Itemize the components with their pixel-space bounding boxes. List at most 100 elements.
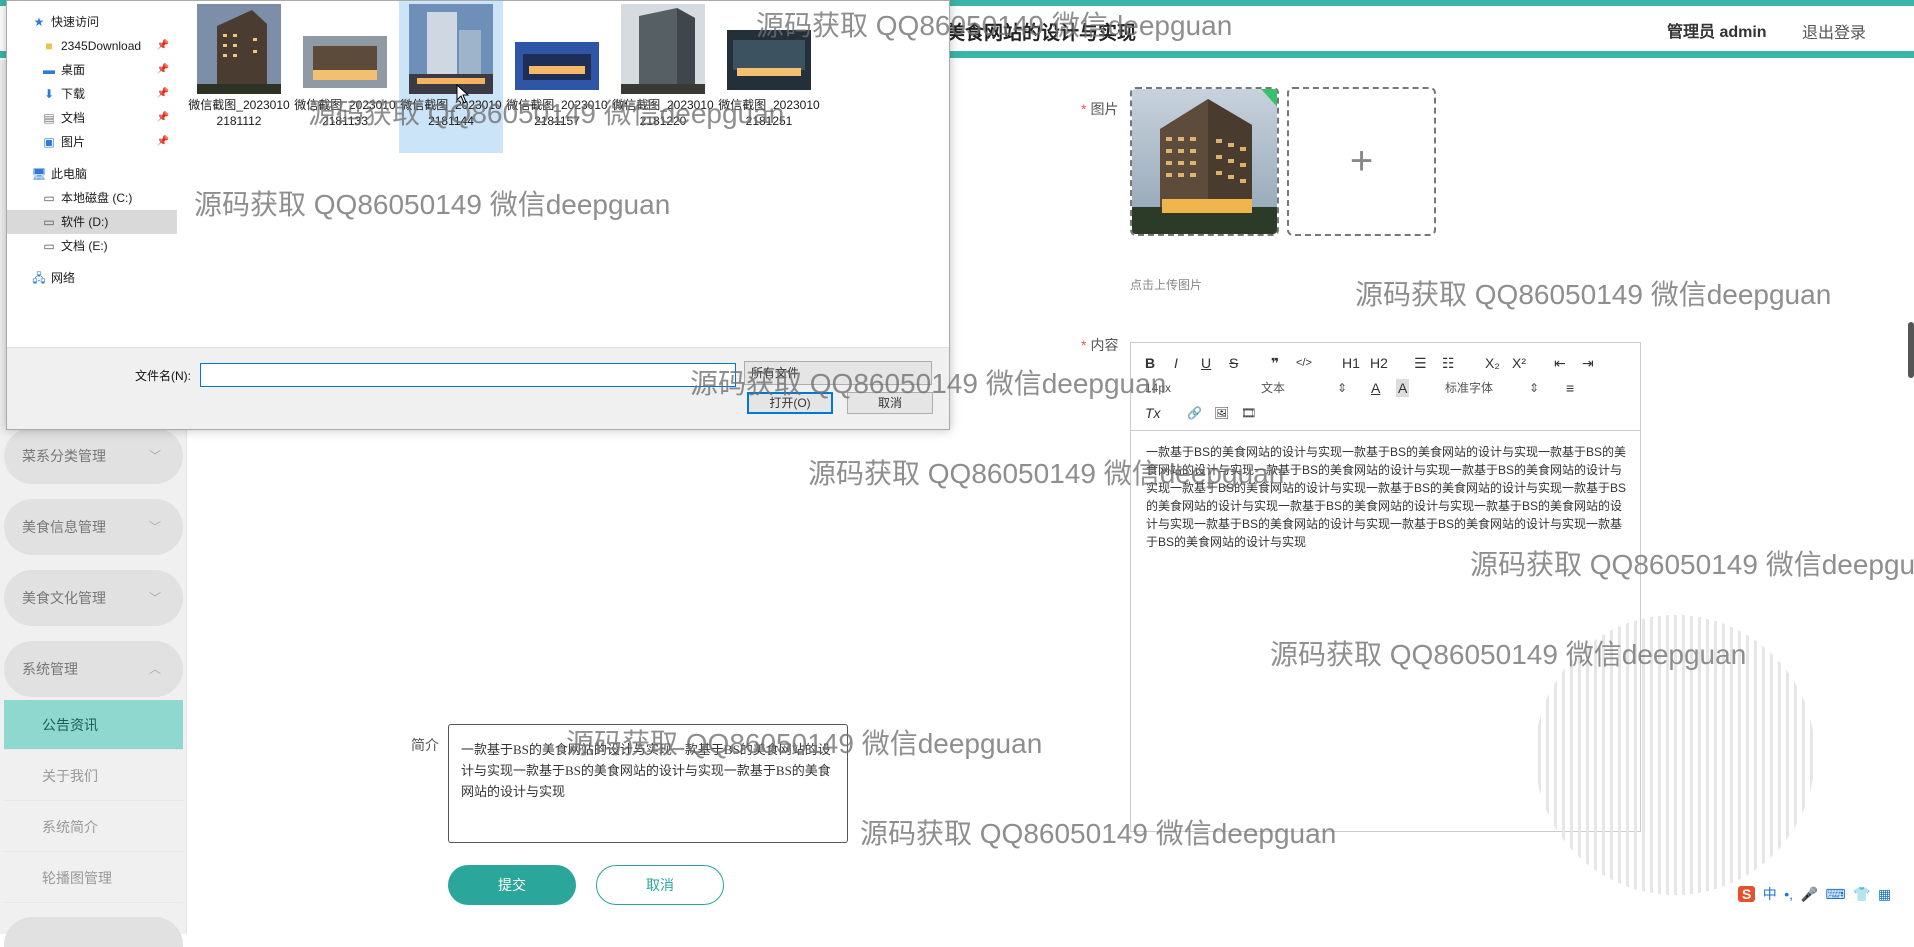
nav-pictures[interactable]: ▣图片📌 — [7, 130, 177, 154]
nav-quick-access[interactable]: ★快速访问 — [7, 10, 177, 34]
file-name: 微信截图_20230102181157 — [505, 97, 609, 129]
menu-food-culture[interactable]: 美食文化管理 ﹀ — [4, 570, 183, 626]
superscript-button[interactable]: X² — [1512, 354, 1526, 372]
toolbox-icon[interactable]: ▦ — [1878, 886, 1891, 903]
code-block-button[interactable]: </> — [1296, 354, 1312, 372]
file-name: 微信截图_20230102181144 — [399, 97, 503, 129]
file-item-selected[interactable]: 微信截图_20230102181144 — [399, 1, 503, 153]
file-name: 微信截图_20230102181133 — [293, 97, 397, 129]
ordered-list-button[interactable]: ☰ — [1414, 354, 1427, 372]
font-family-select[interactable]: 标准字体 — [1445, 379, 1493, 397]
pin-icon: 📌 — [157, 58, 169, 82]
link-button[interactable]: 🔗 — [1187, 404, 1202, 422]
punctuation-icon[interactable]: •, — [1784, 886, 1793, 902]
upload-hint: 点击上传图片 — [1130, 276, 1202, 293]
file-thumbnail — [197, 4, 281, 94]
strike-button[interactable]: S — [1229, 354, 1238, 372]
indent-button[interactable]: ⇥ — [1582, 354, 1594, 372]
content-label: *内容 — [1081, 335, 1118, 355]
submenu-about-us[interactable]: 关于我们 — [4, 751, 183, 801]
align-button[interactable]: ≡ — [1566, 379, 1574, 397]
bold-button[interactable]: B — [1145, 354, 1155, 372]
folder-icon: ■ — [41, 34, 57, 58]
clear-format-button[interactable]: Tx — [1145, 404, 1161, 422]
editor-content[interactable]: 一款基于BS的美食网站的设计与实现一款基于BS的美食网站的设计与实现一款基于BS… — [1146, 443, 1631, 551]
uploaded-image-thumbnail[interactable] — [1130, 87, 1279, 236]
file-thumbnail — [515, 4, 599, 94]
outdent-button[interactable]: ⇤ — [1554, 354, 1566, 372]
drive-icon: ▭ — [41, 186, 57, 210]
skin-icon[interactable]: 👕 — [1853, 886, 1870, 903]
nav-drive-e[interactable]: ▭文档 (E:) — [7, 234, 177, 258]
star-icon: ★ — [31, 10, 47, 34]
nav-drive-c[interactable]: ▭本地磁盘 (C:) — [7, 186, 177, 210]
background-color-button[interactable]: A — [1396, 379, 1409, 397]
cancel-button[interactable]: 取消 — [596, 865, 724, 905]
subscript-button[interactable]: X₂ — [1485, 354, 1500, 372]
font-color-button[interactable]: A — [1371, 379, 1380, 397]
heading2-button[interactable]: H2 — [1370, 354, 1388, 372]
menu-system[interactable]: 系统管理 ︿ — [4, 641, 183, 697]
mouse-cursor-icon — [456, 84, 470, 104]
file-thumbnail — [621, 4, 705, 94]
chevron-down-icon: ﹀ — [149, 570, 161, 626]
file-item[interactable]: 微信截图_20230102181251 — [717, 1, 821, 153]
menu-label: 菜系分类管理 — [22, 448, 106, 464]
blockquote-button[interactable]: ❞ — [1271, 354, 1279, 372]
desktop-icon: ▬ — [41, 58, 57, 82]
menu-label: 美食文化管理 — [22, 590, 106, 606]
file-name: 微信截图_20230102181220 — [611, 97, 715, 129]
logout-link[interactable]: 退出登录 — [1802, 19, 1866, 43]
nav-drive-d[interactable]: ▭软件 (D:) — [7, 210, 177, 234]
dialog-bottom-bar: 文件名(N): 所有文件 打开(O) 取消 — [7, 347, 949, 429]
file-item[interactable]: 微信截图_20230102181220 — [611, 1, 715, 153]
nav-documents[interactable]: ▤文档📌 — [7, 106, 177, 130]
scrollbar-thumb[interactable] — [1908, 322, 1914, 378]
file-type-select[interactable]: 所有文件 — [744, 361, 932, 385]
menu-food-info[interactable]: 美食信息管理 ﹀ — [4, 499, 183, 555]
drive-icon: ▭ — [41, 210, 57, 234]
nav-this-pc[interactable]: 🖥此电脑 — [7, 162, 177, 186]
navigation-pane: ★快速访问 ■2345Download📌 ▬桌面📌 ⬇下载📌 ▤文档📌 ▣图片📌… — [7, 1, 177, 347]
sogou-logo-icon[interactable]: S — [1738, 886, 1755, 902]
video-button[interactable]: 🎞 — [1241, 404, 1256, 422]
nav-desktop[interactable]: ▬桌面📌 — [7, 58, 177, 82]
nav-network[interactable]: 🖧网络 — [7, 266, 177, 290]
submenu-system-intro[interactable]: 系统简介 — [4, 802, 183, 852]
submenu-carousel[interactable]: 轮播图管理 — [4, 853, 183, 903]
chevron-up-icon: ︿ — [149, 641, 161, 697]
nav-2345download[interactable]: ■2345Download📌 — [7, 34, 177, 58]
file-thumbnail — [409, 4, 493, 94]
font-size-select[interactable]: 14px — [1145, 379, 1171, 397]
image-button[interactable]: 🖼 — [1214, 404, 1229, 422]
site-title: 美食网站的设计与实现 — [946, 18, 1136, 45]
ime-mode-toggle[interactable]: 中 — [1763, 884, 1777, 904]
add-image-button[interactable]: + — [1287, 87, 1436, 236]
underline-button[interactable]: U — [1201, 354, 1211, 372]
filename-input[interactable] — [200, 363, 736, 387]
download-icon: ⬇ — [41, 82, 57, 106]
heading1-button[interactable]: H1 — [1342, 354, 1360, 372]
file-thumbnail — [303, 4, 387, 94]
microphone-icon[interactable]: 🎤 — [1801, 886, 1818, 903]
menu-cuisine-category[interactable]: 菜系分类管理 ﹀ — [4, 428, 183, 484]
file-name: 微信截图_20230102181251 — [717, 97, 821, 129]
file-item[interactable]: 微信截图_20230102181112 — [187, 1, 291, 153]
chevron-down-icon: ﹀ — [149, 499, 161, 555]
files-pane: 微信截图_20230102181112 微信截图_20230102181133 … — [177, 1, 951, 347]
nav-downloads[interactable]: ⬇下载📌 — [7, 82, 177, 106]
file-item[interactable]: 微信截图_20230102181157 — [505, 1, 609, 153]
italic-button[interactable]: I — [1174, 354, 1178, 372]
dialog-cancel-button[interactable]: 取消 — [847, 392, 933, 414]
bullet-list-button[interactable]: ☷ — [1442, 354, 1455, 372]
text-type-select[interactable]: 文本 — [1261, 379, 1285, 397]
keyboard-icon[interactable]: ⌨ — [1825, 886, 1845, 903]
submit-button[interactable]: 提交 — [448, 865, 576, 905]
intro-textarea[interactable]: 一款基于BS的美食网站的设计与实现一款基于BS的美食网站的设计与实现一款基于BS… — [448, 724, 848, 843]
file-name: 微信截图_20230102181112 — [187, 97, 291, 129]
computer-icon: 🖥 — [31, 162, 47, 186]
open-button[interactable]: 打开(O) — [747, 392, 833, 414]
submenu-announcements[interactable]: 公告资讯 — [4, 700, 183, 750]
file-item[interactable]: 微信截图_20230102181133 — [293, 1, 397, 153]
menu-more[interactable] — [4, 917, 183, 947]
